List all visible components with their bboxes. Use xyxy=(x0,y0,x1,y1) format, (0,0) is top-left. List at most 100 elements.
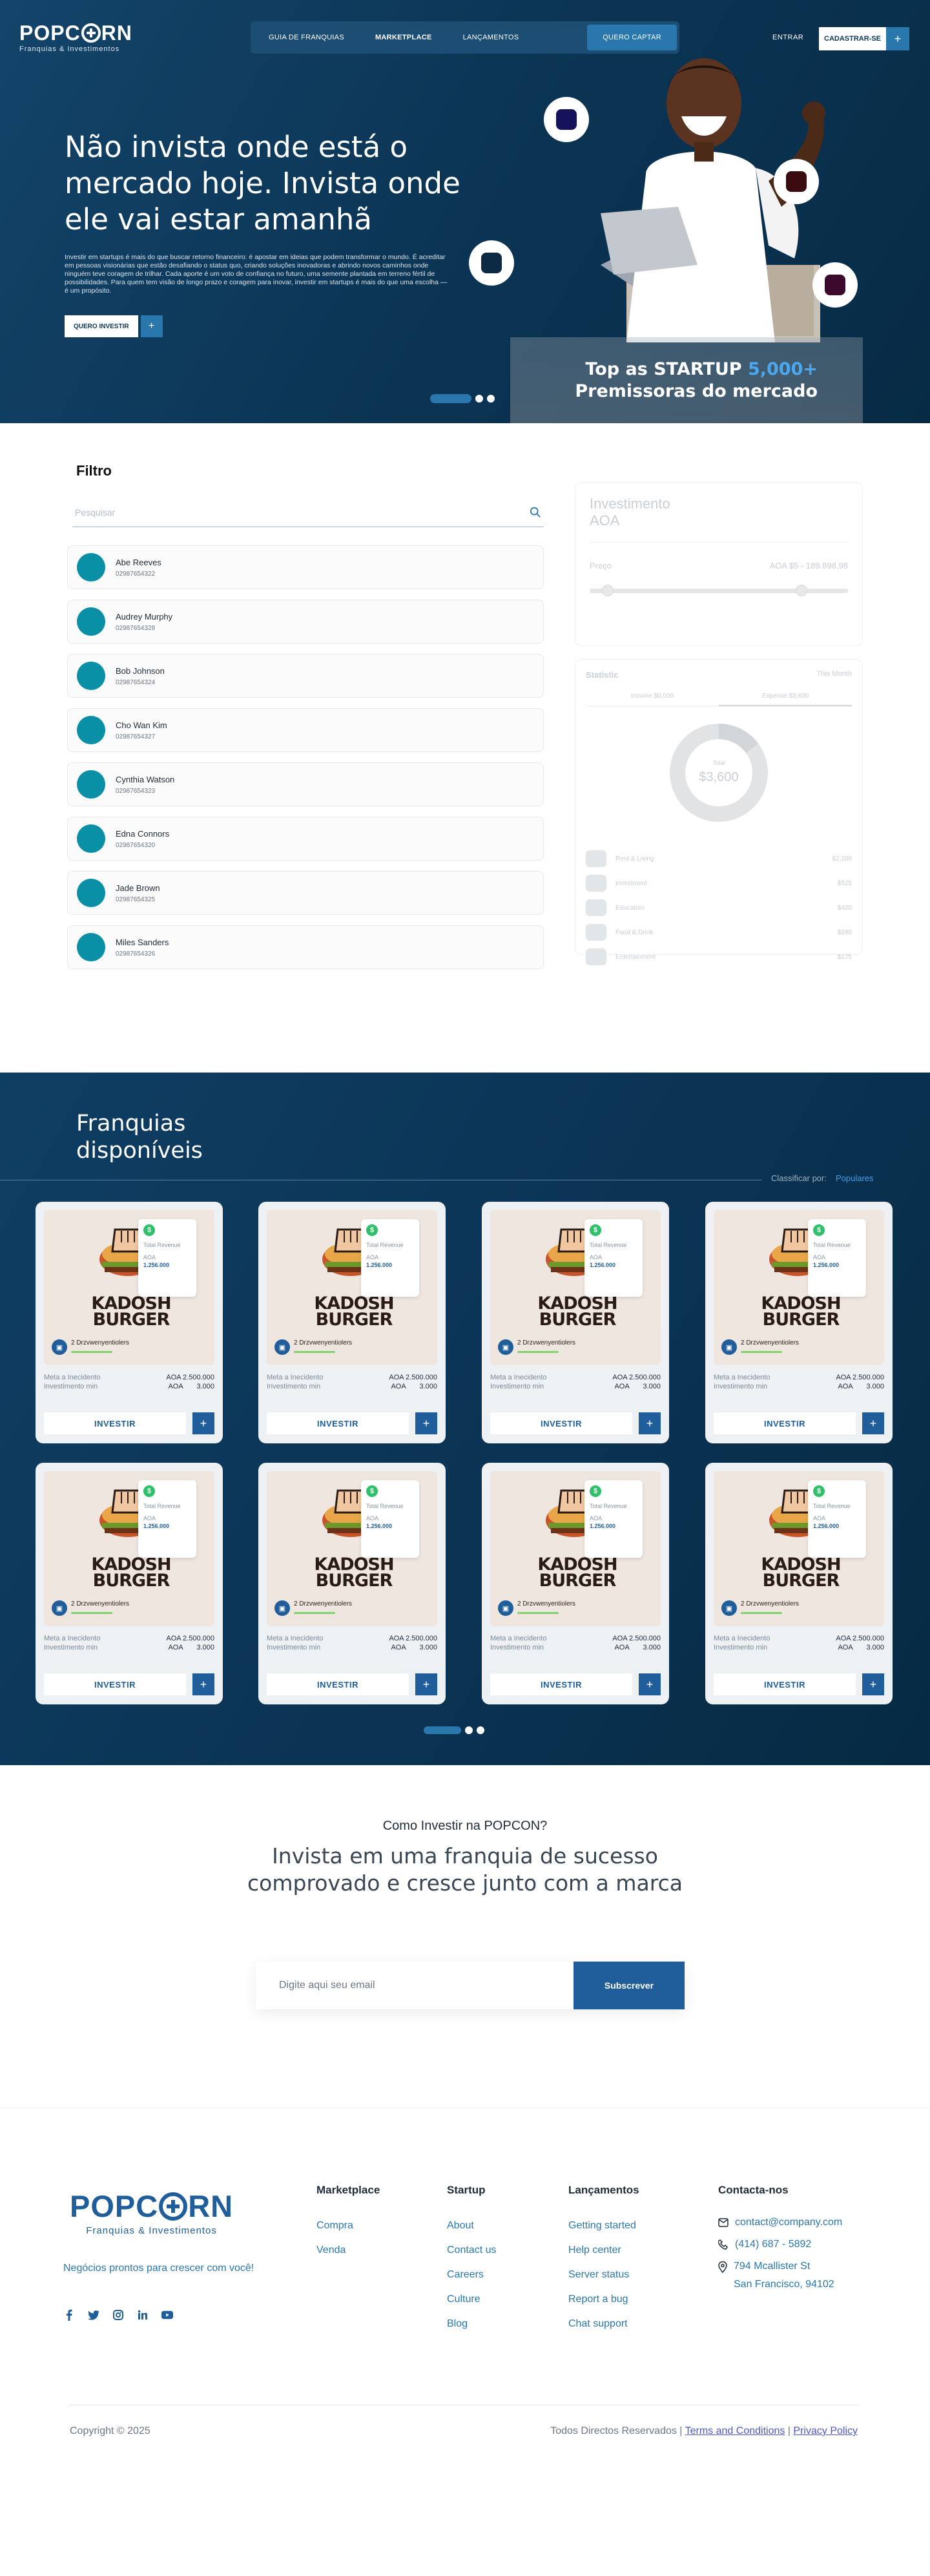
user-list-item[interactable]: Miles Sanders 02987654326 xyxy=(67,925,544,969)
user-list-item[interactable]: Bob Johnson 02987654324 xyxy=(67,654,544,698)
page: POPC RN Franquias & Investimentos GUIA DE… xyxy=(0,0,930,2576)
invest-button[interactable]: INVESTIR + xyxy=(267,1412,437,1434)
twitter-icon[interactable] xyxy=(88,2309,99,2321)
email-field[interactable]: Digite aqui seu email xyxy=(256,1962,574,2009)
footer-link[interactable]: Blog xyxy=(447,2312,496,2336)
franchise-card[interactable]: KADOSH BURGER $ Total Revenue AOA 1.256.… xyxy=(705,1463,893,1704)
user-phone: 02987654323 xyxy=(116,787,156,795)
invest-button[interactable]: INVESTIR + xyxy=(714,1412,884,1434)
nav-quero-captar[interactable]: QUERO CAPTAR xyxy=(587,25,677,50)
facebook-icon[interactable] xyxy=(63,2309,75,2321)
goal-label: Meta a Inecidento xyxy=(714,1635,770,1642)
plus-icon[interactable]: + xyxy=(862,1673,884,1695)
footer-logo[interactable]: POPC RN Franquias & Investimentos xyxy=(70,2190,233,2237)
linkedin-icon[interactable] xyxy=(137,2309,149,2321)
plus-icon[interactable]: + xyxy=(639,1412,661,1434)
search-icon[interactable] xyxy=(530,507,541,518)
revenue-badge: $ Total Revenue AOA 1.256.000 xyxy=(138,1219,196,1297)
plus-icon[interactable]: + xyxy=(415,1673,437,1695)
terms-link[interactable]: Terms and Conditions xyxy=(685,2425,785,2436)
floating-avatar-bubble xyxy=(774,159,819,204)
footer-link[interactable]: Culture xyxy=(447,2287,496,2312)
privacy-link[interactable]: Privacy Policy xyxy=(793,2425,858,2436)
franchise-card[interactable]: KADOSH BURGER $ Total Revenue AOA 1.256.… xyxy=(705,1202,893,1443)
dollar-icon: $ xyxy=(813,1485,825,1497)
signup-button[interactable]: CADASTRAR-SE + xyxy=(819,27,909,50)
sort-control[interactable]: Classificar por: Populares xyxy=(771,1173,874,1183)
footer-link[interactable]: Venda xyxy=(316,2238,380,2263)
carousel-dot[interactable] xyxy=(487,395,495,403)
footer-link[interactable]: Contact us xyxy=(447,2238,496,2263)
brand-logo[interactable]: POPC RN Franquias & Investimentos xyxy=(19,22,132,53)
plus-icon[interactable]: + xyxy=(192,1412,214,1434)
footer-link[interactable]: Chat support xyxy=(568,2312,639,2336)
invest-button[interactable]: INVESTIR + xyxy=(44,1673,214,1695)
avatar xyxy=(77,553,105,581)
plus-icon[interactable]: + xyxy=(192,1673,214,1695)
progress-bar xyxy=(741,1612,782,1614)
footer-link[interactable]: Getting started xyxy=(568,2214,639,2238)
franchise-image: KADOSH BURGER $ Total Revenue AOA 1.256.… xyxy=(490,1471,661,1626)
franchise-card[interactable]: KADOSH BURGER $ Total Revenue AOA 1.256.… xyxy=(482,1463,669,1704)
carousel-dot[interactable] xyxy=(465,1726,473,1734)
subscribe-button[interactable]: Subscrever xyxy=(574,1962,685,2009)
user-list-item[interactable]: Audrey Murphy 02987654328 xyxy=(67,600,544,644)
slider-handle-max[interactable] xyxy=(795,585,807,596)
footer-link[interactable]: Careers xyxy=(447,2263,496,2287)
revenue-value: 1.256.000 xyxy=(366,1523,393,1529)
dollar-icon: $ xyxy=(590,1224,601,1236)
franchise-card[interactable]: KADOSH BURGER $ Total Revenue AOA 1.256.… xyxy=(36,1202,223,1443)
plus-icon[interactable]: + xyxy=(415,1412,437,1434)
footer-link[interactable]: Help center xyxy=(568,2238,639,2263)
logo-tagline: Franquias & Investimentos xyxy=(19,45,120,53)
franchise-card[interactable]: KADOSH BURGER $ Total Revenue AOA 1.256.… xyxy=(36,1463,223,1704)
avatar xyxy=(77,716,105,744)
goal-label: Meta a Inecidento xyxy=(490,1635,547,1642)
footer-link[interactable]: Report a bug xyxy=(568,2287,639,2312)
franchise-image: KADOSH BURGER $ Total Revenue AOA 1.256.… xyxy=(490,1210,661,1365)
carousel-dot[interactable] xyxy=(477,1726,484,1734)
user-list-item[interactable]: Edna Connors 02987654320 xyxy=(67,817,544,861)
user-list-item[interactable]: Jade Brown 02987654325 xyxy=(67,871,544,915)
footer-link[interactable]: Compra xyxy=(316,2214,380,2238)
user-list-item[interactable]: Abe Reeves 02987654322 xyxy=(67,545,544,589)
login-link[interactable]: ENTRAR xyxy=(772,34,803,41)
contact-phone[interactable]: (414) 687 - 5892 xyxy=(718,2236,842,2254)
carousel-dot-active[interactable] xyxy=(430,394,471,403)
category-value: $420 xyxy=(837,904,852,912)
user-list-item[interactable]: Cho Wan Kim 02987654327 xyxy=(67,708,544,752)
nav-guia-franquias[interactable]: GUIA DE FRANQUIAS xyxy=(253,25,360,50)
slider-handle-min[interactable] xyxy=(602,585,614,596)
invest-button[interactable]: INVESTIR + xyxy=(714,1673,884,1695)
youtube-icon[interactable] xyxy=(161,2309,173,2321)
progress-bar xyxy=(517,1351,559,1353)
period-select[interactable]: This Month xyxy=(817,670,852,680)
carousel-dot-active[interactable] xyxy=(424,1726,461,1734)
nav-marketplace[interactable]: MARKETPLACE xyxy=(360,25,448,50)
progress-bar xyxy=(71,1612,112,1614)
franchise-card[interactable]: KADOSH BURGER $ Total Revenue AOA 1.256.… xyxy=(258,1463,446,1704)
franchise-card[interactable]: KADOSH BURGER $ Total Revenue AOA 1.256.… xyxy=(258,1202,446,1443)
invest-button[interactable]: INVESTIR + xyxy=(490,1673,661,1695)
plus-icon[interactable]: + xyxy=(639,1673,661,1695)
sort-value[interactable]: Populares xyxy=(836,1173,874,1183)
footer-link[interactable]: Server status xyxy=(568,2263,639,2287)
search-input[interactable]: Pesquisar xyxy=(72,497,544,527)
tab-income[interactable]: Income $0,000 xyxy=(586,693,719,706)
invest-button[interactable]: INVESTIR + xyxy=(267,1673,437,1695)
tab-expense[interactable]: Expense $3,600 xyxy=(719,693,852,706)
carousel-dot[interactable] xyxy=(475,395,483,403)
invest-cta-button[interactable]: QUERO INVESTIR + xyxy=(65,315,163,337)
franchise-brand: KADOSH BURGER xyxy=(537,1555,617,1591)
footer-link[interactable]: About xyxy=(447,2214,496,2238)
user-list-item[interactable]: Cynthia Watson 02987654323 xyxy=(67,762,544,806)
invest-button[interactable]: INVESTIR + xyxy=(490,1412,661,1434)
franchise-card[interactable]: KADOSH BURGER $ Total Revenue AOA 1.256.… xyxy=(482,1202,669,1443)
contact-email[interactable]: contact@company.com xyxy=(718,2214,842,2232)
nav-lancamentos[interactable]: LANÇAMENTOS xyxy=(448,25,535,50)
price-range-slider[interactable] xyxy=(590,585,848,596)
invest-button[interactable]: INVESTIR + xyxy=(44,1412,214,1434)
statistic-row: Entertainment $175 xyxy=(586,945,852,969)
plus-icon[interactable]: + xyxy=(862,1412,884,1434)
instagram-icon[interactable] xyxy=(112,2309,124,2321)
